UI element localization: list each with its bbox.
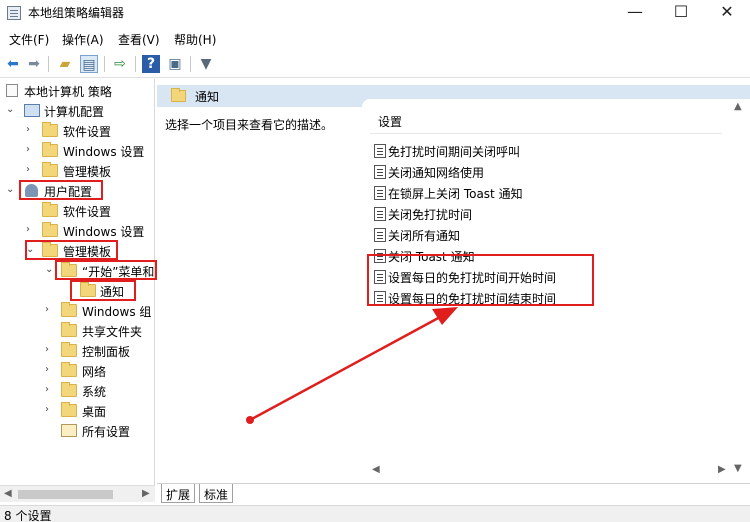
- chevron-right-icon[interactable]: ›: [45, 304, 55, 315]
- chevron-down-icon[interactable]: ⌄: [6, 104, 16, 115]
- tree-horizontal-scrollbar[interactable]: ◀ ▶: [0, 485, 155, 502]
- chevron-right-icon[interactable]: ›: [45, 364, 55, 375]
- menu-view[interactable]: 查看(V): [118, 31, 160, 48]
- properties-icon[interactable]: ▣: [166, 55, 184, 73]
- folder-icon: [61, 322, 77, 337]
- toolbar: ⬅ ➡ ▰ ▤ ⇨ ? ▣ ▼: [0, 50, 750, 78]
- folder-icon: [61, 302, 77, 317]
- menu-action[interactable]: 操作(A): [62, 31, 104, 48]
- folder-icon: [61, 402, 77, 417]
- tab-standard[interactable]: 标准: [199, 484, 234, 503]
- chevron-right-icon[interactable]: ›: [45, 344, 55, 355]
- title-bar: 本地组策略编辑器 — ☐ ✕: [0, 0, 750, 26]
- chevron-down-icon[interactable]: ⌄: [45, 264, 55, 275]
- folder-icon: [42, 122, 58, 137]
- details-pane: 通知 选择一个项目来查看它的描述。 设置 免打扰时间期间关闭呼叫 关闭通知网络使…: [157, 79, 750, 505]
- scroll-thumb[interactable]: [18, 490, 113, 499]
- toolbar-separator: [135, 56, 136, 72]
- chevron-right-icon[interactable]: ›: [45, 384, 55, 395]
- status-bar: 8 个设置: [0, 505, 750, 522]
- window-title: 本地组策略编辑器: [28, 6, 125, 20]
- menu-bar: 文件(F) 操作(A) 查看(V) 帮助(H): [0, 28, 750, 50]
- tree-pane: 本地计算机 策略 ⌄ 计算机配置 › 软件设置 › Windows 设置 › 管…: [0, 79, 155, 485]
- policy-setting-icon: [374, 207, 386, 221]
- forward-arrow-icon[interactable]: ➡: [25, 55, 43, 73]
- folder-icon: [42, 222, 58, 237]
- user-icon: [25, 184, 38, 197]
- folder-icon: [61, 262, 77, 277]
- folder-icon: [42, 242, 58, 257]
- folder-icon: [61, 382, 77, 397]
- list-horizontal-scrollbar[interactable]: ◀ ▶: [368, 461, 748, 479]
- scroll-left-icon[interactable]: ◀: [372, 464, 380, 475]
- all-settings-icon: [61, 424, 77, 437]
- view-tabs: 扩展 标准: [157, 483, 750, 505]
- scroll-up-icon[interactable]: ▲: [734, 101, 742, 112]
- maximize-button[interactable]: ☐: [658, 0, 704, 26]
- minimize-button[interactable]: —: [612, 0, 658, 26]
- chevron-right-icon[interactable]: ›: [45, 404, 55, 415]
- folder-icon: [42, 202, 58, 217]
- policy-setting-icon: [374, 186, 386, 200]
- chevron-down-icon[interactable]: ⌄: [6, 184, 16, 195]
- scroll-right-icon[interactable]: ▶: [142, 488, 150, 499]
- settings-list: 设置 免打扰时间期间关闭呼叫 关闭通知网络使用 在锁屏上关闭 Toast 通知 …: [362, 99, 750, 481]
- status-text: 8 个设置: [4, 509, 52, 522]
- folder-icon: [61, 362, 77, 377]
- folder-up-icon[interactable]: ▰: [56, 55, 74, 73]
- chevron-right-icon[interactable]: ›: [26, 164, 36, 175]
- menu-help[interactable]: 帮助(H): [174, 31, 216, 48]
- folder-icon: [171, 88, 186, 102]
- toolbar-separator: [48, 56, 49, 72]
- policy-setting-icon: [374, 270, 386, 284]
- folder-icon: [42, 142, 58, 157]
- menu-file[interactable]: 文件(F): [9, 31, 49, 48]
- chevron-right-icon[interactable]: ›: [26, 144, 36, 155]
- column-header-setting[interactable]: 设置: [378, 113, 402, 130]
- list-vertical-scrollbar[interactable]: ▲ ▼: [730, 99, 748, 479]
- computer-icon: [24, 104, 40, 117]
- chevron-down-icon[interactable]: ⌄: [26, 244, 36, 255]
- export-list-icon[interactable]: ⇨: [111, 55, 129, 73]
- toolbar-separator: [104, 56, 105, 72]
- description-pane: 选择一个项目来查看它的描述。: [157, 107, 362, 481]
- chevron-right-icon[interactable]: ›: [26, 124, 36, 135]
- scroll-right-icon[interactable]: ▶: [718, 464, 726, 475]
- policy-setting-icon: [374, 144, 386, 158]
- tab-extended[interactable]: 扩展: [161, 484, 196, 503]
- column-header-divider: [370, 133, 722, 134]
- show-hide-tree-icon[interactable]: ▤: [80, 55, 98, 73]
- back-arrow-icon[interactable]: ⬅: [4, 55, 22, 73]
- folder-icon: [80, 282, 96, 297]
- filter-icon[interactable]: ▼: [197, 55, 215, 73]
- scroll-left-icon[interactable]: ◀: [4, 488, 12, 499]
- description-text: 选择一个项目来查看它的描述。: [165, 118, 334, 132]
- folder-icon: [42, 162, 58, 177]
- policy-setting-icon: [374, 291, 386, 305]
- gpedit-app-icon: [7, 6, 21, 20]
- toolbar-separator: [190, 56, 191, 72]
- policy-setting-icon: [374, 249, 386, 263]
- policy-setting-icon: [374, 228, 386, 242]
- folder-icon: [61, 342, 77, 357]
- details-title: 通知: [195, 90, 220, 104]
- policy-doc-icon: [6, 84, 18, 97]
- policy-setting-icon: [374, 165, 386, 179]
- chevron-right-icon[interactable]: ›: [26, 224, 36, 235]
- help-icon[interactable]: ?: [142, 55, 160, 73]
- close-button[interactable]: ✕: [704, 0, 750, 26]
